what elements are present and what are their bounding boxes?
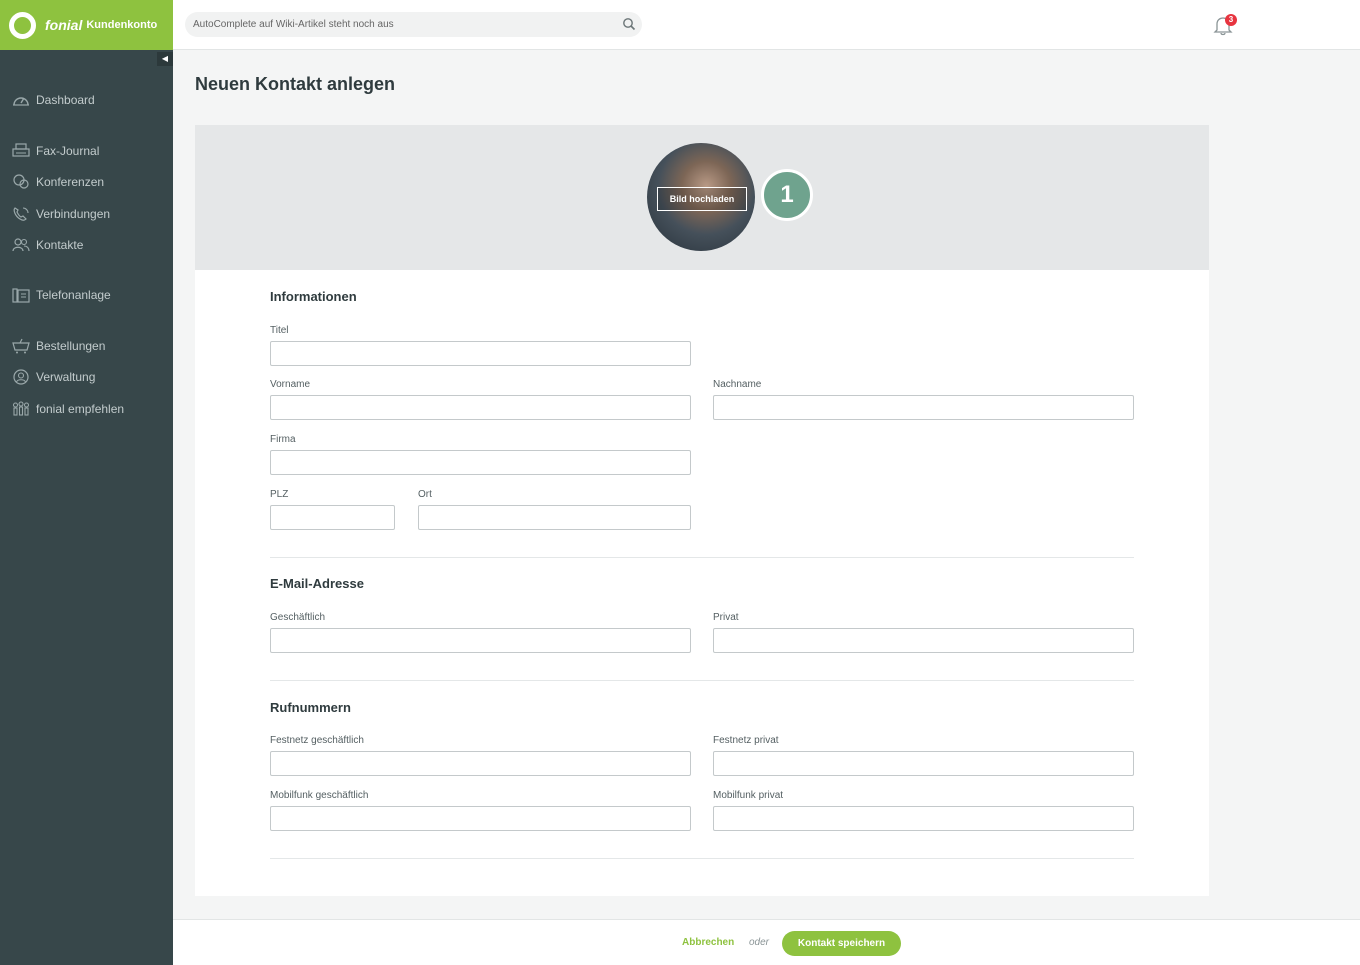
contacts-icon <box>11 236 31 254</box>
cart-icon <box>11 337 31 355</box>
sidebar-item-fonial-empfehlen[interactable]: fonial empfehlen <box>0 397 173 421</box>
label-mobile-private: Mobilfunk privat <box>713 790 784 801</box>
landline-private-field[interactable] <box>713 751 1134 776</box>
label-mobile-business: Mobilfunk geschäftlich <box>270 790 369 801</box>
sidebar-item-telefonanlage[interactable]: Telefonanlage <box>0 283 173 307</box>
section-divider <box>270 557 1134 558</box>
phone-connections-icon <box>11 205 31 223</box>
sidebar-item-label: Dashboard <box>36 93 95 107</box>
sidebar-item-verwaltung[interactable]: Verwaltung <box>0 365 173 389</box>
search-icon[interactable] <box>622 17 636 36</box>
sidebar-item-label: Konferenzen <box>36 175 105 189</box>
photo-header: Bild hochladen 1 <box>195 125 1209 270</box>
brand-name: fonial <box>45 17 83 33</box>
email-private-field[interactable] <box>713 628 1134 653</box>
sidebar-item-dashboard[interactable]: Dashboard <box>0 88 173 112</box>
vorname-field[interactable] <box>270 395 691 420</box>
search-box[interactable] <box>185 12 642 37</box>
titel-field[interactable] <box>270 341 691 366</box>
sidebar-item-label: Kontakte <box>36 238 84 252</box>
step-marker: 1 <box>761 169 813 221</box>
section-title-informationen: Informationen <box>270 289 357 304</box>
nachname-field[interactable] <box>713 395 1134 420</box>
sidebar-item-label: Telefonanlage <box>36 288 111 302</box>
brand-logo-area[interactable]: fonial Kundenkonto <box>0 0 173 50</box>
notification-badge: 3 <box>1225 14 1237 26</box>
brand-subtitle: Kundenkonto <box>86 19 158 31</box>
sidebar-item-label: Fax-Journal <box>36 144 100 158</box>
conference-icon <box>11 173 31 191</box>
page-title: Neuen Kontakt anlegen <box>195 74 396 94</box>
email-business-field[interactable] <box>270 628 691 653</box>
label-vorname: Vorname <box>270 379 311 390</box>
section-divider <box>270 858 1134 859</box>
sidebar-item-label: Verwaltung <box>36 370 96 384</box>
sidebar-item-kontakte[interactable]: Kontakte <box>0 233 173 257</box>
form-footer: Abbrechen oder Kontakt speichern <box>173 919 1360 965</box>
user-admin-icon <box>11 368 31 386</box>
section-title-rufnummern: Rufnummern <box>270 700 351 715</box>
save-contact-button[interactable]: Kontakt speichern <box>782 931 901 956</box>
label-landline-private: Festnetz privat <box>713 735 779 746</box>
label-email-business: Geschäftlich <box>270 612 326 623</box>
collapse-sidebar-icon[interactable]: ◀ <box>157 52 173 66</box>
firma-field[interactable] <box>270 450 691 475</box>
section-divider <box>270 680 1134 681</box>
plz-field[interactable] <box>270 505 395 530</box>
or-text: oder <box>749 937 770 948</box>
sidebar-item-fax-journal[interactable]: Fax-Journal <box>0 139 173 163</box>
sidebar-item-bestellungen[interactable]: Bestellungen <box>0 334 173 358</box>
fax-icon <box>11 142 31 160</box>
contact-form-card: Bild hochladen 1 Informationen Titel Vor… <box>195 125 1209 896</box>
dashboard-icon <box>11 91 31 109</box>
label-plz: PLZ <box>270 489 289 500</box>
sidebar-item-label: Verbindungen <box>36 207 111 221</box>
landline-business-field[interactable] <box>270 751 691 776</box>
section-title-email: E-Mail-Adresse <box>270 576 364 591</box>
sidebar-item-konferenzen[interactable]: Konferenzen <box>0 170 173 194</box>
sidebar-item-verbindungen[interactable]: Verbindungen <box>0 202 173 226</box>
sidebar: fonial Kundenkonto ◀ Dashboard Fax-Journ… <box>0 0 173 965</box>
label-firma: Firma <box>270 434 296 445</box>
cancel-link[interactable]: Abbrechen <box>682 937 734 948</box>
ort-field[interactable] <box>418 505 691 530</box>
fonial-logo-icon <box>9 11 36 39</box>
label-ort: Ort <box>418 489 432 500</box>
label-landline-business: Festnetz geschäftlich <box>270 735 364 746</box>
sidebar-item-label: Bestellungen <box>36 339 106 353</box>
label-email-private: Privat <box>713 612 739 623</box>
phone-system-icon <box>11 286 31 304</box>
sidebar-item-label: fonial empfehlen <box>36 402 125 416</box>
label-nachname: Nachname <box>713 379 762 390</box>
mobile-business-field[interactable] <box>270 806 691 831</box>
mobile-private-field[interactable] <box>713 806 1134 831</box>
search-input[interactable] <box>185 12 615 37</box>
label-titel: Titel <box>270 325 289 336</box>
top-bar: 3 <box>173 0 1360 50</box>
upload-image-button[interactable]: Bild hochladen <box>657 187 747 211</box>
recommend-icon <box>11 400 31 418</box>
